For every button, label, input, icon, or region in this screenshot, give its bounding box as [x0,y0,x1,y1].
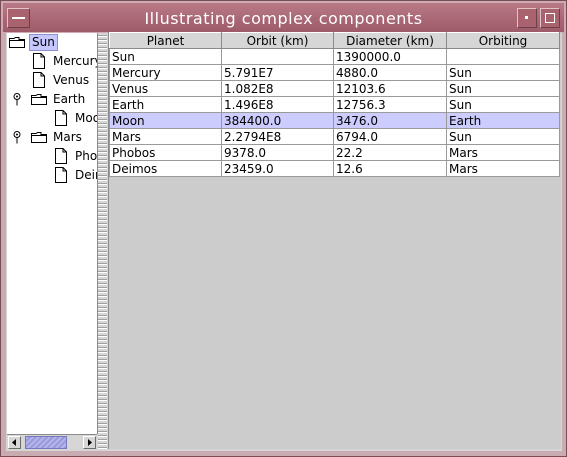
minimize-button[interactable] [517,8,537,28]
tree-node-label: Earth [53,92,86,106]
table-row[interactable]: Deimos 23459.0 12.6 Mars [109,160,560,177]
table-cell[interactable]: 5.791E7 [221,64,334,81]
table-cell[interactable]: Sun [446,64,560,81]
table-cell[interactable]: Sun [446,80,560,97]
tree-node-label: Deimos [75,168,97,182]
tree-node-label: Mars [53,130,82,144]
expand-handle-icon[interactable] [13,93,21,106]
table-cell[interactable]: 3476.0 [333,112,447,129]
table-cell[interactable]: 9378.0 [221,144,334,161]
table-row[interactable]: Phobos 9378.0 22.2 Mars [109,144,560,161]
table-cell[interactable]: 12103.6 [333,80,447,97]
table-cell[interactable]: 2.2794E8 [221,128,334,145]
tree-node-label: Moon [75,111,97,125]
table-cell[interactable]: Mars [109,128,222,145]
column-header-planet[interactable]: Planet [109,32,222,49]
maximize-icon [545,13,555,23]
table-row[interactable]: Moon 384400.0 3476.0 Earth [109,112,560,129]
table-cell[interactable]: 22.2 [333,144,447,161]
column-header-orbiting[interactable]: Orbiting [446,32,560,49]
content-area: Sun Mercury Venus Earth Moon [6,32,562,451]
table-cell[interactable]: 1.082E8 [221,80,334,97]
table-row[interactable]: Mercury 5.791E7 4880.0 Sun [109,64,560,81]
folder-icon [31,132,47,143]
document-icon [55,167,67,183]
table-cell[interactable]: Earth [109,96,222,113]
tree-node-label: Phobos [75,149,98,163]
table-cell[interactable]: Phobos [109,144,222,161]
table-row[interactable]: Earth 1.496E8 12756.3 Sun [109,96,560,113]
table-row[interactable]: Mars 2.2794E8 6794.0 Sun [109,128,560,145]
table-cell[interactable]: 384400.0 [221,112,334,129]
table-cell[interactable]: Deimos [109,160,222,177]
maximize-button[interactable] [540,8,560,28]
table-cell[interactable]: Sun [446,96,560,113]
window-title: Illustrating complex components [144,9,423,28]
table-cell[interactable]: 6794.0 [333,128,447,145]
column-header-diameter[interactable]: Diameter (km) [333,32,447,49]
document-icon [33,53,45,69]
tree-node-label: Sun [29,34,58,51]
document-icon [55,110,67,126]
table-cell[interactable]: Mercury [109,64,222,81]
table-row[interactable]: Sun 1390000.0 [109,48,560,65]
table-cell[interactable]: 1.496E8 [221,96,334,113]
minimize-icon [525,16,528,19]
table-cell[interactable]: Sun [109,48,222,65]
tree-node-label: Venus [53,73,90,87]
document-icon [55,148,67,164]
scroll-thumb[interactable] [25,436,67,449]
table-cell[interactable]: Moon [109,112,222,129]
arrow-left-icon [12,439,16,446]
arrow-right-icon [88,439,92,446]
table-cell[interactable]: Mars [446,160,560,177]
application-window: Illustrating complex components Sun Merc… [0,0,567,457]
folder-icon [31,94,47,105]
planet-tree[interactable]: Sun Mercury Venus Earth Moon [7,33,98,434]
document-icon [33,72,45,88]
column-header-orbit[interactable]: Orbit (km) [221,32,334,49]
table-cell[interactable]: 12.6 [333,160,447,177]
table-cell[interactable]: 1390000.0 [333,48,447,65]
folder-icon [9,37,25,48]
table-cell[interactable]: Sun [446,128,560,145]
tree-horizontal-scrollbar[interactable] [7,434,97,450]
table-cell[interactable]: Earth [446,112,560,129]
table-cell[interactable]: 12756.3 [333,96,447,113]
table-cell[interactable]: Mars [446,144,560,161]
scroll-left-button[interactable] [8,436,21,449]
table-cell[interactable]: 23459.0 [221,160,334,177]
table-cell[interactable]: 4880.0 [333,64,447,81]
title-bar[interactable]: Illustrating complex components [2,2,565,33]
table-row[interactable]: Venus 1.082E8 12103.6 Sun [109,80,560,97]
split-pane-divider[interactable] [98,33,107,451]
expand-handle-icon[interactable] [13,131,21,144]
scroll-right-button[interactable] [83,436,96,449]
planet-table[interactable]: Planet Orbit (km) Diameter (km) Orbiting… [108,32,561,449]
table-cell[interactable] [221,48,334,65]
table-header-row: Planet Orbit (km) Diameter (km) Orbiting [109,32,560,49]
table-cell[interactable] [446,48,560,65]
tree-node-label: Mercury [53,54,98,68]
table-cell[interactable]: Venus [109,80,222,97]
